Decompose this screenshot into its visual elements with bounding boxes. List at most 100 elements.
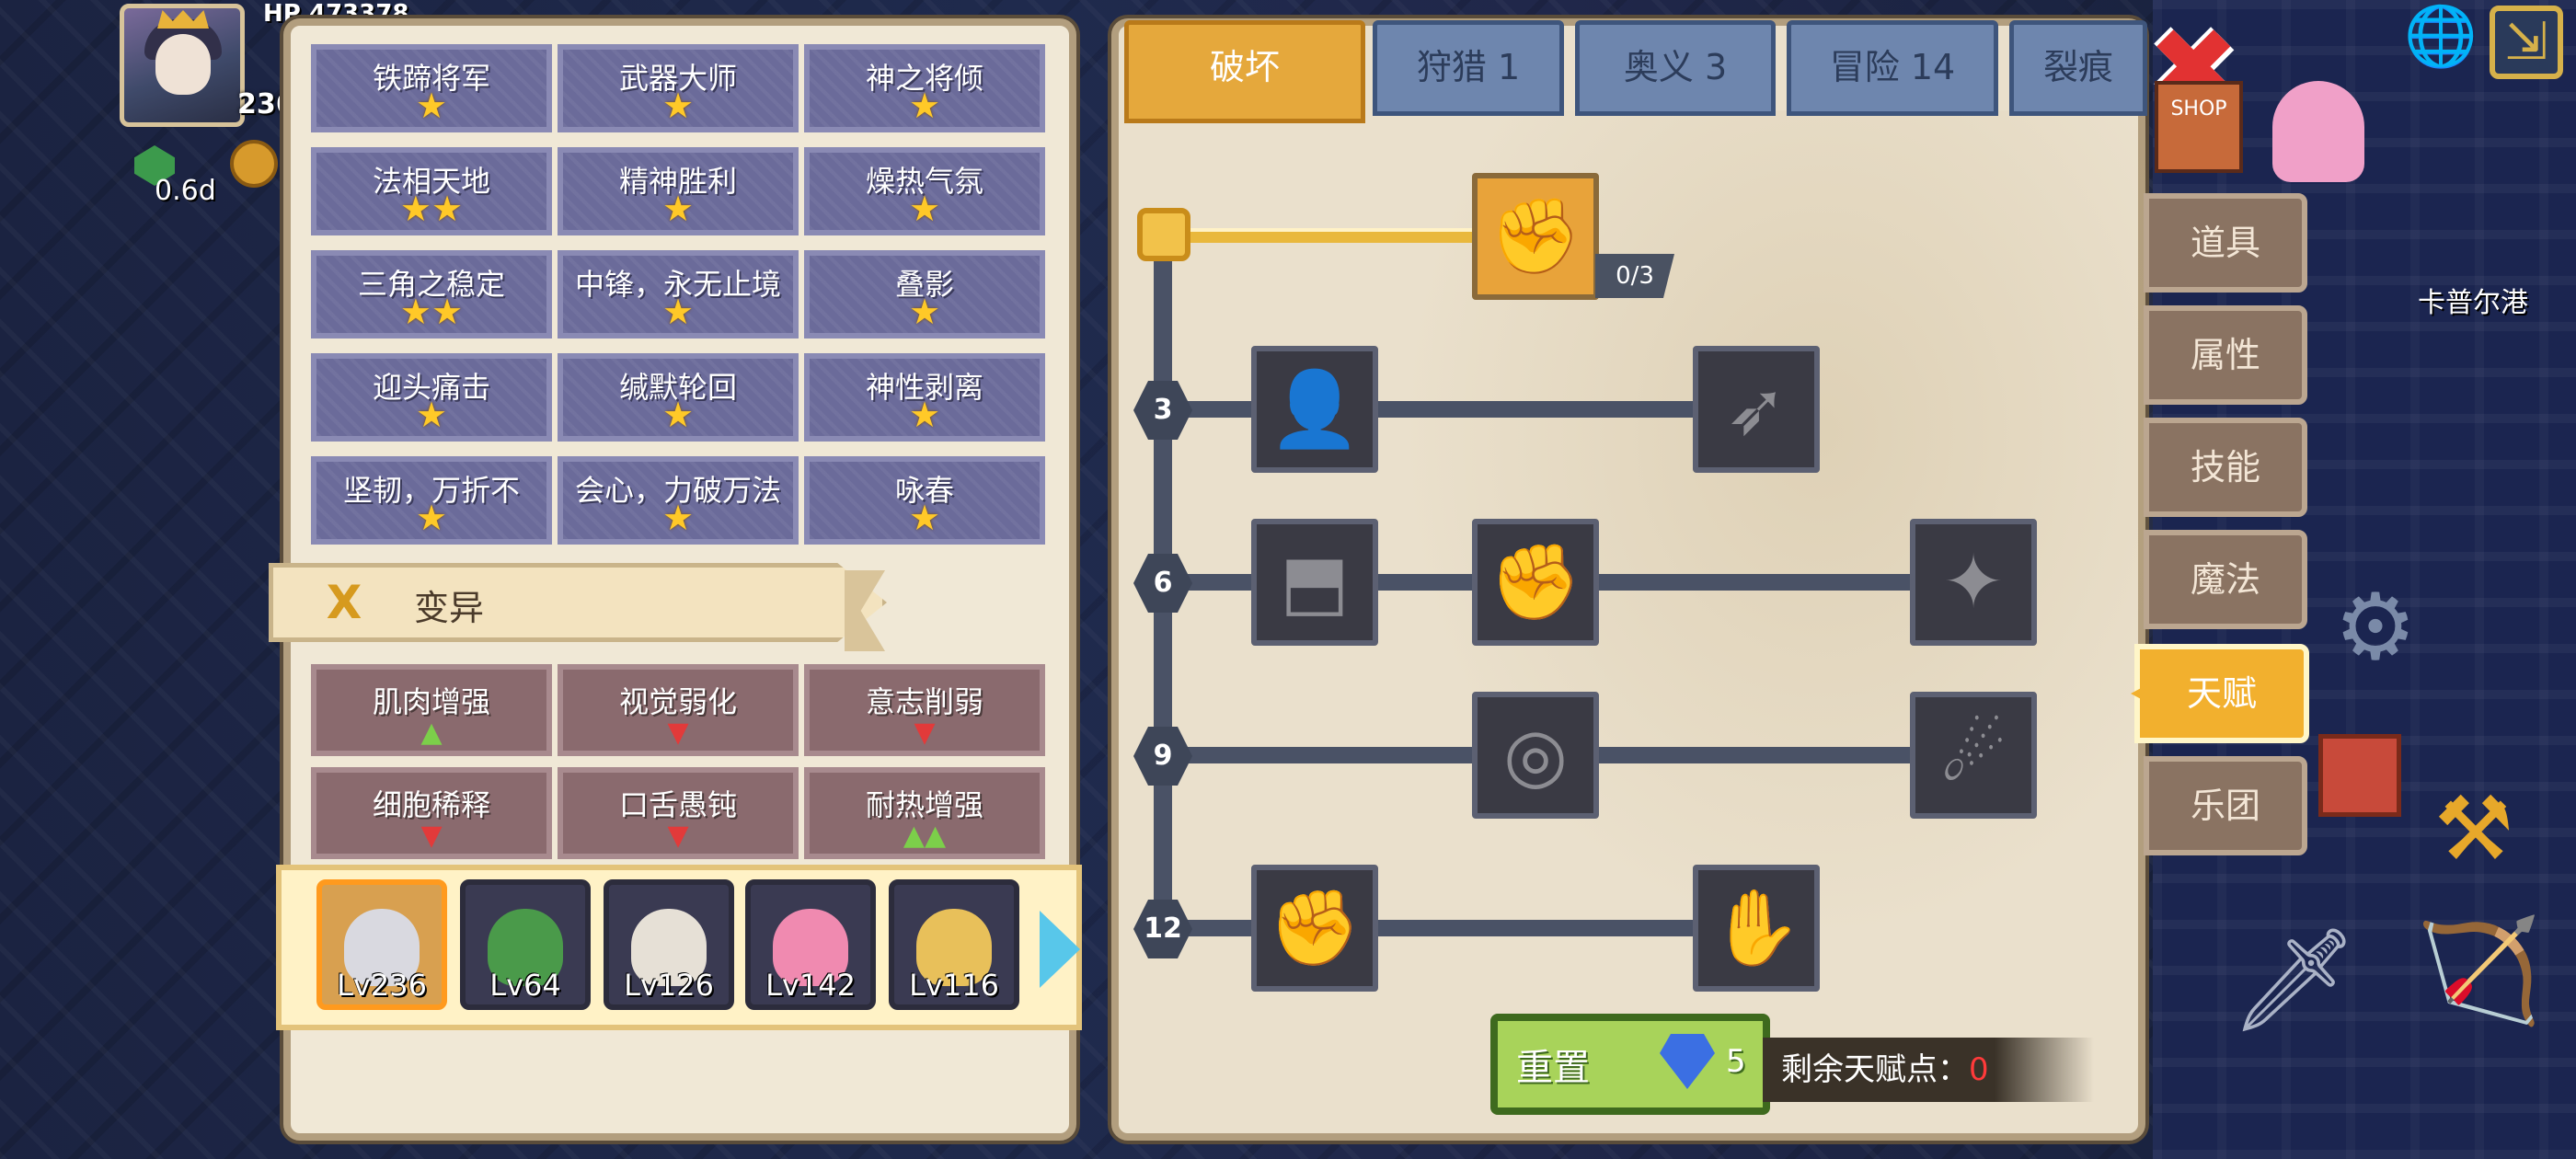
skill-cell[interactable]: 会心，力破万法 ★ (558, 456, 799, 545)
character-slot[interactable]: Lv142 (745, 879, 876, 1010)
debuff-arrow-icon: ▼ (420, 820, 443, 852)
map-location-label: 卡普尔港 (2418, 287, 2528, 319)
star-rating-icon: ★ (415, 86, 448, 126)
shop-building[interactable]: SHOP (2155, 81, 2243, 173)
diamond-icon (1660, 1034, 1715, 1089)
skill-cell[interactable]: 坚韧，万折不 ★ (311, 456, 552, 545)
reset-button[interactable]: 重置 5 (1490, 1014, 1770, 1115)
star-rating-icon: ★★ (399, 292, 464, 332)
character-level: Lv142 (765, 968, 856, 1003)
side-menu-item[interactable]: 魔法 (2144, 530, 2307, 629)
exit-icon[interactable]: ⇲ (2490, 6, 2563, 79)
skill-cell[interactable]: 神性剥离 ★ (804, 353, 1045, 442)
talent-skill-icon: ➶ (1725, 366, 1788, 452)
axe-icon[interactable]: ⚒ (2420, 769, 2528, 889)
sword-icon[interactable]: 🗡 (2230, 920, 2359, 1039)
talent-node-locked[interactable]: ✊ (1251, 865, 1378, 992)
player-avatar[interactable] (120, 4, 245, 127)
character-level: Lv236 (337, 968, 427, 1003)
talent-skill-icon: ✊ (1269, 885, 1361, 970)
skill-cell[interactable]: 精神胜利 ★ (558, 147, 799, 235)
debuff-arrow-icon: ▼ (914, 717, 936, 749)
skill-cell[interactable]: 三角之稳定 ★★ (311, 250, 552, 339)
skill-cell[interactable]: 中锋，永无止境 ★ (558, 250, 799, 339)
dna-icon: Ⅹ (326, 576, 362, 629)
talent-node-locked[interactable]: ✋ (1693, 865, 1820, 992)
star-rating-icon: ★★ (399, 189, 464, 229)
character-level: Lv126 (624, 968, 714, 1003)
mutation-name: 视觉弱化 (618, 684, 737, 719)
skill-cell[interactable]: 法相天地 ★★ (311, 147, 552, 235)
talent-node-locked[interactable]: ✊ (1472, 519, 1599, 646)
character-slot[interactable]: Lv236 (316, 879, 447, 1010)
gear-icon[interactable]: ⚙ (2326, 578, 2425, 677)
buff-arrow-icon: ▲ (420, 717, 443, 749)
character-level: Lv64 (489, 968, 561, 1003)
talent-node-locked[interactable]: 👤 (1251, 346, 1378, 473)
tab-talent-category[interactable]: 冒险 14 (1787, 20, 1998, 116)
mutation-name: 耐热增强 (865, 787, 983, 822)
talent-node-locked[interactable]: ➶ (1693, 346, 1820, 473)
mutation-cell[interactable]: 口舌愚钝 ▼ (558, 767, 799, 859)
star-rating-icon: ★ (415, 395, 448, 435)
mutation-cell[interactable]: 意志削弱 ▼ (804, 664, 1045, 756)
talent-node-active[interactable]: ✊ (1472, 173, 1599, 300)
character-level: Lv116 (909, 968, 999, 1003)
skill-cell[interactable]: 咏春 ★ (804, 456, 1045, 545)
mutation-cell[interactable]: 耐热增强 ▲▲ (804, 767, 1045, 859)
reset-label: 重置 (1516, 1047, 1590, 1089)
talent-skill-icon: 👤 (1269, 366, 1361, 452)
talent-progress: 0/3 (1595, 254, 1674, 298)
buff-timer[interactable]: 0.6d (131, 145, 216, 207)
talent-node-locked[interactable]: ◎ (1472, 692, 1599, 819)
coin-icon[interactable] (230, 140, 278, 188)
skill-cell[interactable]: 缄默轮回 ★ (558, 353, 799, 442)
debuff-arrow-icon: ▼ (667, 820, 689, 852)
talent-skill-icon: ✋ (1710, 885, 1802, 970)
character-slot[interactable]: Lv64 (460, 879, 591, 1010)
skill-cell[interactable]: 迎头痛击 ★ (311, 353, 552, 442)
mutation-cell[interactable]: 视觉弱化 ▼ (558, 664, 799, 756)
skill-cell[interactable]: 武器大师 ★ (558, 44, 799, 132)
star-rating-icon: ★ (908, 395, 941, 435)
star-rating-icon: ★ (661, 498, 695, 538)
star-rating-icon: ★ (908, 86, 941, 126)
tab-talent-category[interactable]: 破坏 (1124, 20, 1365, 123)
remaining-points: 剩余天赋点：0 (1763, 1038, 2094, 1102)
star-rating-icon: ★ (661, 395, 695, 435)
side-menu-item[interactable]: 属性 (2144, 305, 2307, 405)
side-menu-item[interactable]: 天赋 (2134, 644, 2309, 743)
tab-talent-category[interactable]: 狩猎 1 (1373, 20, 1564, 116)
talent-node-locked[interactable]: ⬒ (1251, 519, 1378, 646)
talent-skill-icon: ☄ (1940, 712, 2007, 798)
side-menu-item[interactable]: 乐团 (2144, 756, 2307, 855)
character-slot[interactable]: Lv126 (604, 879, 734, 1010)
character-slot[interactable]: Lv116 (889, 879, 1019, 1010)
talent-node-locked[interactable]: ☄ (1910, 692, 2037, 819)
skill-cell[interactable]: 叠影 ★ (804, 250, 1045, 339)
side-menu-item[interactable]: 技能 (2144, 418, 2307, 517)
skill-cell[interactable]: 燥热气氛 ★ (804, 147, 1045, 235)
side-menu-item[interactable]: 道具 (2144, 193, 2307, 293)
skill-cell[interactable]: 神之将倾 ★ (804, 44, 1045, 132)
remaining-points-value: 0 (1969, 1051, 1989, 1088)
skill-cell[interactable]: 铁蹄将军 ★ (311, 44, 552, 132)
mutation-cell[interactable]: 肌肉增强 ▲ (311, 664, 552, 756)
debuff-arrow-icon: ▼ (667, 717, 689, 749)
globe-icon[interactable]: 🌐 (2399, 7, 2482, 66)
npc-character[interactable] (2272, 81, 2364, 182)
bow-icon[interactable]: 🏹 (2416, 911, 2542, 1030)
avatar-face (155, 34, 211, 95)
dice-icon[interactable] (2318, 734, 2401, 817)
shop-sign: SHOP (2170, 98, 2227, 120)
star-rating-icon: ★ (908, 189, 941, 229)
mutation-section-label: 变异 (414, 588, 485, 628)
buff-arrow-icon: ▲▲ (903, 820, 947, 852)
talent-rail-active (1168, 228, 1481, 243)
mutation-cell[interactable]: 细胞稀释 ▼ (311, 767, 552, 859)
talent-skill-icon: ⬒ (1280, 539, 1350, 625)
tab-talent-category[interactable]: 裂痕 (2009, 20, 2147, 116)
reset-cost: 5 (1726, 1043, 1746, 1080)
tab-talent-category[interactable]: 奥义 3 (1575, 20, 1776, 116)
talent-node-locked[interactable]: ✦ (1910, 519, 2037, 646)
